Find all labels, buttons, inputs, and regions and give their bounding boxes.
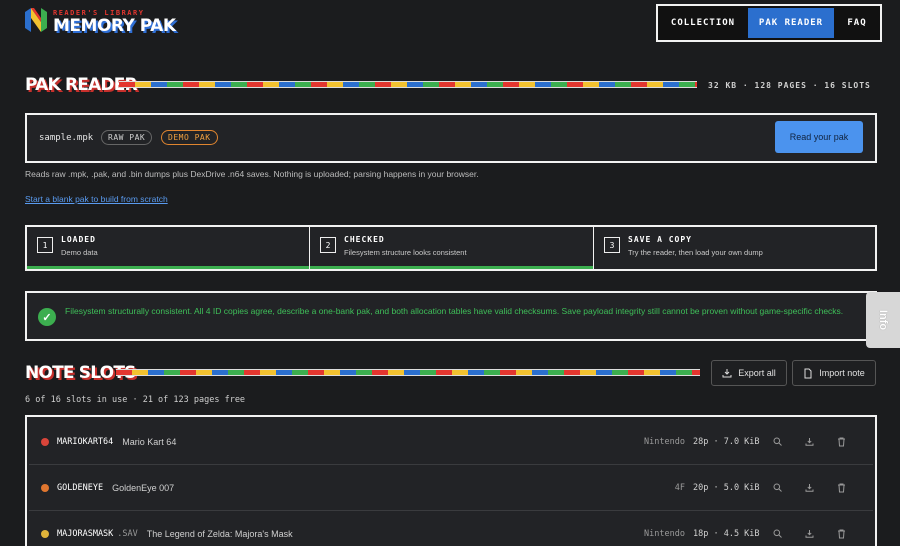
read-pak-button[interactable]: Read your pak [775, 121, 863, 153]
rainbow-divider [116, 369, 700, 376]
file-panel: sample.mpk RAW PAK DEMO PAK Read your pa… [25, 113, 877, 163]
slot-game-name: GoldenEye 007 [112, 482, 175, 493]
step-desc: Try the reader, then load your own dump [628, 248, 763, 257]
slot-game-name: Mario Kart 64 [122, 436, 177, 447]
slot-row-goldeneye[interactable]: GOLDENEYE GoldenEye 007 4F 20p · 5.0 KiB [29, 465, 873, 511]
slot-game-name: The Legend of Zelda: Majora's Mask [146, 528, 293, 539]
import-note-label: Import note [819, 368, 865, 378]
search-icon[interactable] [761, 437, 793, 446]
step-number: 2 [320, 237, 336, 253]
step-number: 3 [604, 237, 620, 253]
export-all-label: Export all [738, 368, 776, 378]
slot-publisher: Nintendo [644, 436, 685, 447]
slot-publisher: 4F [674, 482, 685, 493]
step-save-copy: 3 SAVE A COPY Try the reader, then load … [594, 227, 875, 269]
check-circle-icon: ✓ [38, 308, 56, 326]
search-icon[interactable] [761, 483, 793, 492]
nav-pak-reader[interactable]: PAK READER [748, 8, 834, 38]
import-note-button[interactable]: Import note [792, 360, 876, 386]
step-number: 1 [37, 237, 53, 253]
file-icon [804, 368, 812, 378]
blank-pak-link[interactable]: Start a blank pak to build from scratch [25, 194, 168, 204]
progress-steps: 1 LOADED Demo data 2 CHECKED Filesystem … [25, 225, 877, 271]
info-tab-label: Info [876, 309, 889, 331]
step-title: SAVE A COPY [628, 235, 692, 244]
main-nav: COLLECTION PAK READER FAQ [656, 4, 882, 42]
export-icon [722, 369, 732, 378]
rainbow-divider [119, 81, 697, 88]
nav-collection[interactable]: COLLECTION [660, 8, 746, 38]
slot-row-majorasmask[interactable]: MAJORASMASK .SAV The Legend of Zelda: Ma… [29, 511, 873, 546]
slot-color-dot [41, 529, 49, 538]
slot-size: 20p · 5.0 KiB [693, 482, 760, 493]
step-title: LOADED [61, 235, 96, 244]
pak-stats: 32 KB · 128 PAGES · 16 SLOTS [708, 81, 871, 90]
slot-color-dot [41, 483, 49, 492]
slot-size: 18p · 4.5 KiB [693, 528, 760, 539]
slot-code: MARIOKART64 [57, 436, 114, 447]
info-side-tab[interactable]: Info [866, 292, 900, 348]
download-icon[interactable] [793, 529, 825, 538]
trash-icon[interactable] [825, 529, 857, 539]
slot-code: MAJORASMASK [57, 528, 114, 539]
brand-title[interactable]: MEMORY PAK [53, 16, 176, 36]
search-icon[interactable] [761, 529, 793, 538]
nav-faq[interactable]: FAQ [836, 8, 878, 38]
demo-pak-badge: DEMO PAK [161, 130, 218, 145]
export-all-button[interactable]: Export all [711, 360, 787, 386]
status-alert: ✓ Filesystem structurally consistent. Al… [25, 291, 877, 341]
step-complete-bar [27, 266, 309, 269]
file-name: sample.mpk [39, 133, 94, 143]
reader-helper-text: Reads raw .mpk, .pak, and .bin dumps plu… [25, 169, 479, 179]
step-checked: 2 CHECKED Filesystem structure looks con… [310, 227, 594, 269]
slots-usage: 6 of 16 slots in use · 21 of 123 pages f… [25, 395, 246, 405]
raw-pak-badge: RAW PAK [101, 130, 153, 145]
slot-size: 28p · 7.0 KiB [693, 436, 760, 447]
slot-code: GOLDENEYE [57, 482, 104, 493]
slot-list: MARIOKART64 Mario Kart 64 Nintendo 28p ·… [25, 415, 877, 546]
slot-color-dot [41, 437, 49, 446]
trash-icon[interactable] [825, 437, 857, 447]
n64-n-logo-icon [25, 8, 47, 32]
slot-row-mariokart64[interactable]: MARIOKART64 Mario Kart 64 Nintendo 28p ·… [29, 419, 873, 465]
slot-publisher: Nintendo [644, 528, 685, 539]
alert-message: Filesystem structurally consistent. All … [65, 306, 844, 316]
step-complete-bar [310, 266, 593, 269]
download-icon[interactable] [793, 483, 825, 492]
step-title: CHECKED [344, 235, 385, 244]
step-desc: Filesystem structure looks consistent [344, 248, 467, 257]
step-desc: Demo data [61, 248, 98, 257]
step-loaded: 1 LOADED Demo data [27, 227, 310, 269]
trash-icon[interactable] [825, 483, 857, 493]
slot-extension: .SAV [117, 528, 138, 539]
download-icon[interactable] [793, 437, 825, 446]
